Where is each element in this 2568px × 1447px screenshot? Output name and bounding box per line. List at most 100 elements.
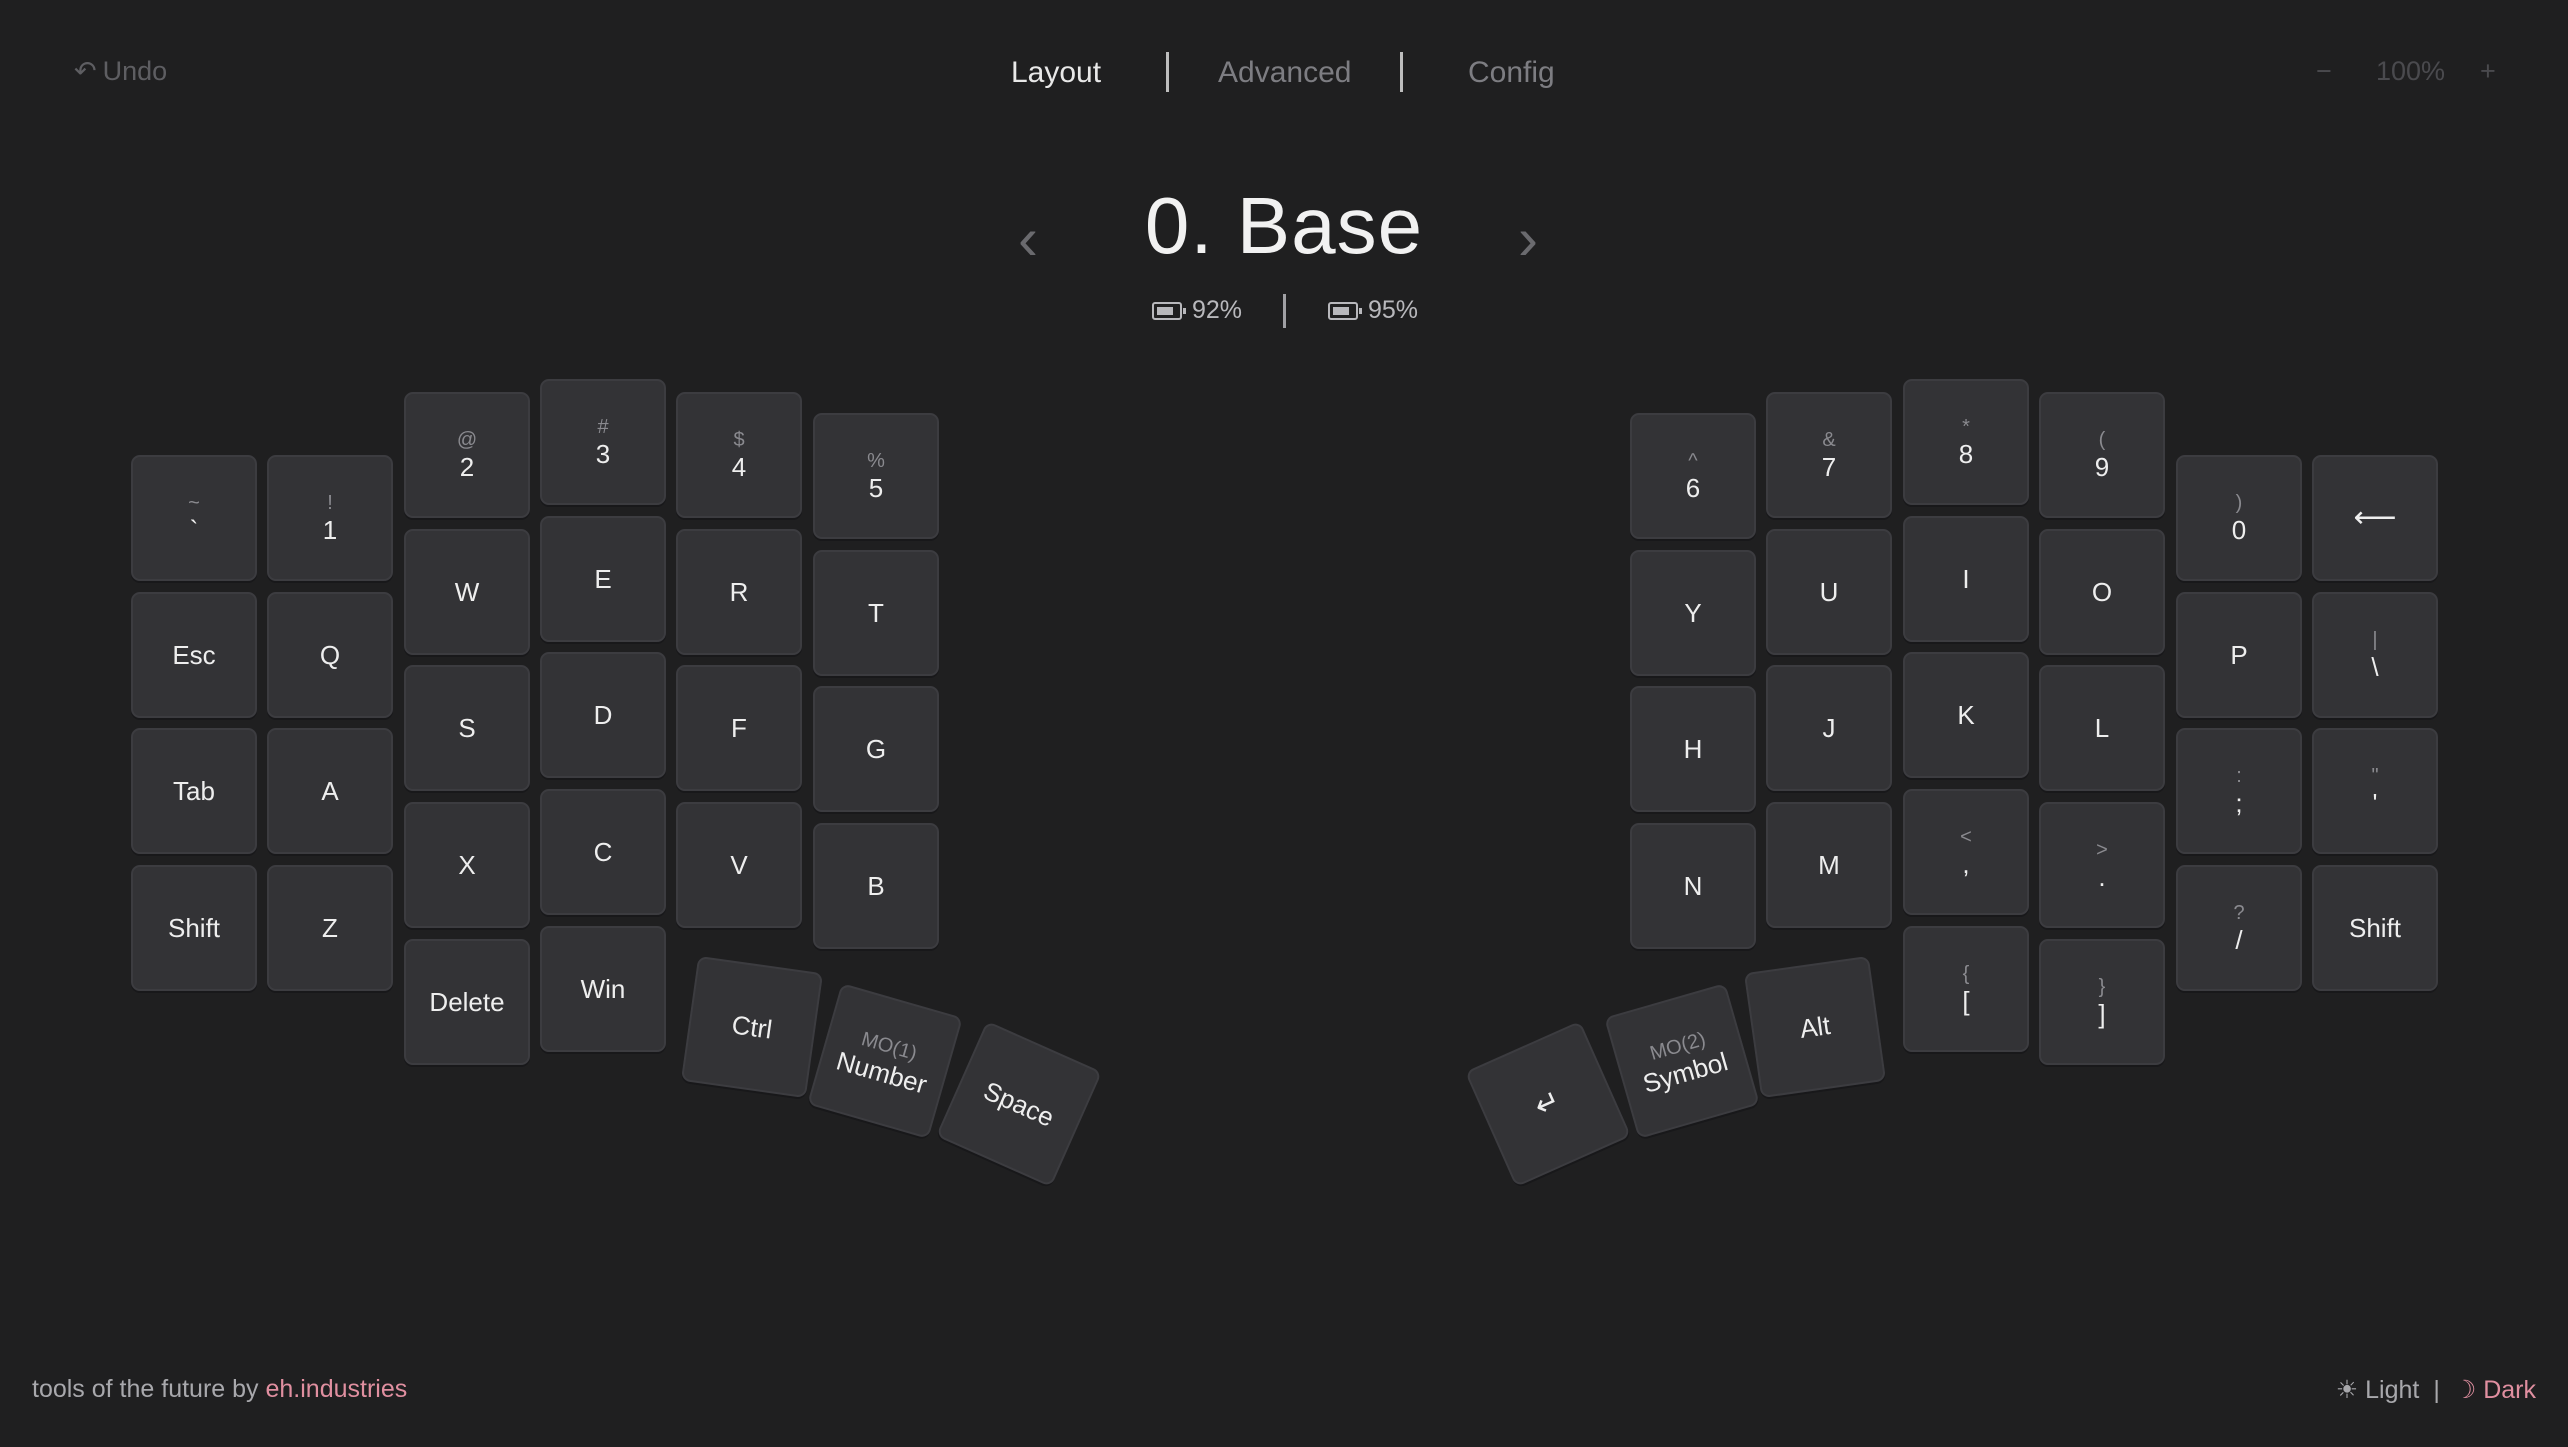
key-right-8[interactable]: * 8	[1903, 379, 2029, 505]
key-left-5[interactable]: % 5	[813, 413, 939, 539]
key-right-l[interactable]: L	[2039, 665, 2165, 791]
prev-layer-icon[interactable]: ‹	[1018, 204, 1038, 273]
key-left-g[interactable]: G	[813, 686, 939, 812]
key-legend: U	[1819, 577, 1839, 607]
sun-icon: ☀	[2335, 1376, 2359, 1404]
tab-config[interactable]: Config	[1468, 56, 1555, 90]
key-right-period[interactable]: >.	[2039, 802, 2165, 928]
key-right-u[interactable]: U	[1766, 529, 1892, 655]
key-legend: ,	[1962, 849, 1970, 879]
key-left-backtick[interactable]: ~ `	[131, 455, 257, 581]
key-right-k[interactable]: K	[1903, 652, 2029, 778]
key-right-9[interactable]: (9	[2039, 392, 2165, 518]
key-left-delete[interactable]: Delete	[404, 939, 530, 1065]
key-right-p[interactable]: P	[2176, 592, 2302, 718]
key-right-quote[interactable]: " '	[2312, 728, 2438, 854]
key-left-s[interactable]: S	[404, 665, 530, 791]
key-legend: \	[2371, 652, 2379, 682]
key-right-backslash[interactable]: | \	[2312, 592, 2438, 718]
key-left-r[interactable]: R	[676, 529, 802, 655]
key-legend: S	[458, 713, 476, 743]
key-left-space[interactable]: Space	[935, 1020, 1103, 1188]
key-shift-legend: !	[327, 492, 333, 514]
key-right-j[interactable]: J	[1766, 665, 1892, 791]
key-right-n[interactable]: N	[1630, 823, 1756, 949]
key-right-0[interactable]: ) 0	[2176, 455, 2302, 581]
zoom-in-button[interactable]: +	[2480, 56, 2496, 87]
key-left-d[interactable]: D	[540, 652, 666, 778]
key-left-t[interactable]: T	[813, 550, 939, 676]
key-right-semicolon[interactable]: :;	[2176, 728, 2302, 854]
key-shift-legend: <	[1960, 826, 1972, 848]
zoom-out-button[interactable]: −	[2316, 56, 2332, 87]
key-left-1[interactable]: ! 1	[267, 455, 393, 581]
key-legend: 1	[322, 515, 338, 545]
key-left-shift[interactable]: Shift	[131, 865, 257, 991]
tab-advanced[interactable]: Advanced	[1218, 56, 1351, 90]
key-left-c[interactable]: C	[540, 789, 666, 915]
key-left-v[interactable]: V	[676, 802, 802, 928]
key-right-comma[interactable]: <,	[1903, 789, 2029, 915]
key-left-w[interactable]: W	[404, 529, 530, 655]
key-legend: /	[2235, 925, 2243, 955]
key-legend: 4	[731, 452, 747, 482]
key-left-2[interactable]: @2	[404, 392, 530, 518]
key-left-4[interactable]: $4	[676, 392, 802, 518]
key-legend: D	[593, 700, 613, 730]
key-left-number[interactable]: MO(1) Number	[807, 983, 963, 1139]
key-left-f[interactable]: F	[676, 665, 802, 791]
tab-layout[interactable]: Layout	[1011, 56, 1101, 90]
key-right-o[interactable]: O	[2039, 529, 2165, 655]
key-left-esc[interactable]: Esc	[131, 592, 257, 718]
key-legend: ⟵	[2353, 501, 2397, 534]
key-right-7[interactable]: & 7	[1766, 392, 1892, 518]
key-legend: Alt	[1797, 1010, 1833, 1044]
brand-link[interactable]: eh.industries	[265, 1375, 407, 1403]
key-right-lbracket[interactable]: {[	[1903, 926, 2029, 1052]
key-right-h[interactable]: H	[1630, 686, 1756, 812]
light-theme-button[interactable]: ☀ Light	[2336, 1375, 2420, 1405]
dark-theme-button[interactable]: ☽ Dark	[2454, 1375, 2536, 1405]
key-left-tab[interactable]: Tab	[131, 728, 257, 854]
key-right-6[interactable]: ^ 6	[1630, 413, 1756, 539]
key-legend: B	[867, 871, 885, 901]
nav-divider	[1400, 52, 1403, 92]
key-legend: Esc	[172, 640, 216, 670]
battery-icon	[1328, 301, 1362, 320]
key-left-a[interactable]: A	[267, 728, 393, 854]
key-left-x[interactable]: X	[404, 802, 530, 928]
key-right-symbol[interactable]: MO(2) Symbol	[1604, 983, 1760, 1139]
next-layer-icon[interactable]: ›	[1518, 204, 1538, 273]
key-legend: H	[1683, 734, 1703, 764]
key-left-3[interactable]: #3	[540, 379, 666, 505]
key-left-win[interactable]: Win	[540, 926, 666, 1052]
key-legend: 6	[1685, 473, 1701, 503]
key-left-q[interactable]: Q	[267, 592, 393, 718]
key-legend: Win	[580, 974, 626, 1004]
key-right-i[interactable]: I	[1903, 516, 2029, 642]
key-right-alt[interactable]: Alt	[1743, 955, 1887, 1099]
key-legend: 5	[868, 473, 884, 503]
theme-switcher: ☀ Light | ☽ Dark	[2336, 1375, 2536, 1405]
key-legend: P	[2230, 640, 2248, 670]
key-left-z[interactable]: Z	[267, 865, 393, 991]
key-left-b[interactable]: B	[813, 823, 939, 949]
key-right-m[interactable]: M	[1766, 802, 1892, 928]
battery-right-value: 95%	[1368, 296, 1419, 324]
key-legend: M	[1818, 850, 1840, 880]
key-legend: N	[1683, 871, 1703, 901]
zoom-level: 100%	[2376, 56, 2446, 86]
key-left-ctrl[interactable]: Ctrl	[680, 955, 824, 1099]
key-shift-legend: #	[597, 416, 609, 438]
key-right-shift[interactable]: Shift	[2312, 865, 2438, 991]
key-right-rbracket[interactable]: }]	[2039, 939, 2165, 1065]
key-right-slash[interactable]: ? /	[2176, 865, 2302, 991]
key-legend: Q	[319, 640, 341, 670]
key-shift-legend: >	[2096, 839, 2108, 861]
key-legend: J	[1822, 713, 1836, 743]
key-legend: ↵	[1529, 1083, 1566, 1124]
key-right-backspace[interactable]: ⟵	[2312, 455, 2438, 581]
key-right-enter[interactable]: ↵	[1464, 1020, 1632, 1188]
key-left-e[interactable]: E	[540, 516, 666, 642]
key-right-y[interactable]: Y	[1630, 550, 1756, 676]
